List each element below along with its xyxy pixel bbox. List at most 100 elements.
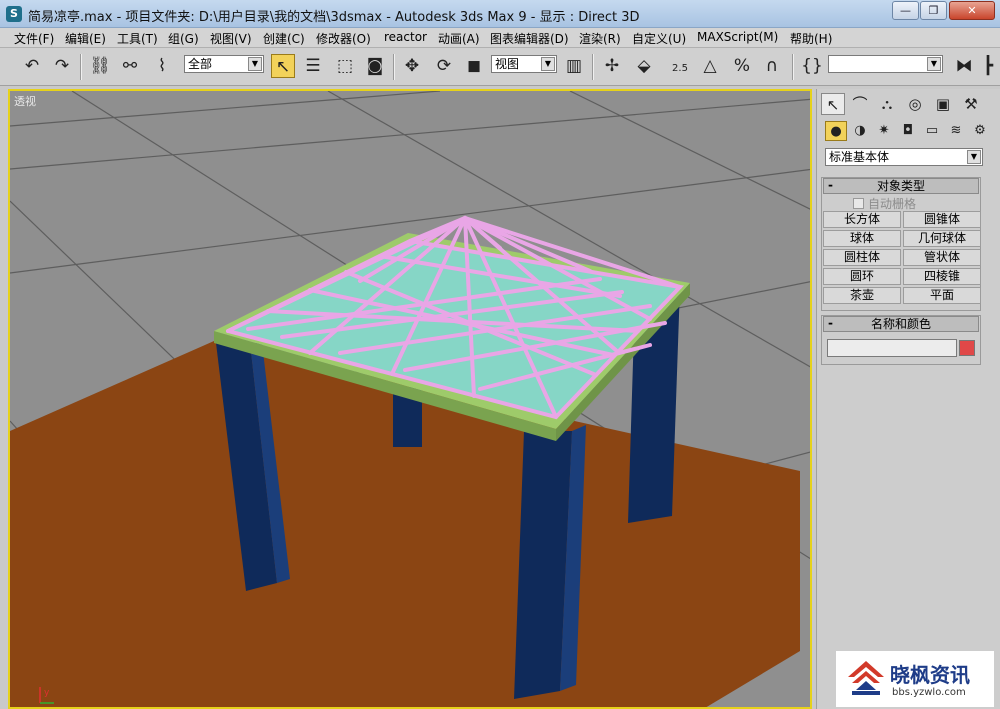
spinner-snap-icon[interactable]: ∩ (760, 54, 784, 78)
chevron-down-icon: ▼ (248, 57, 262, 71)
reference-coordinate-value: 视图 (495, 57, 520, 71)
selection-filter-dropdown[interactable]: 全部 ▼ (184, 55, 264, 73)
select-by-name-icon[interactable]: ☰ (301, 54, 325, 78)
geosphere-button[interactable]: 几何球体 (903, 230, 981, 247)
menu-reactor[interactable]: reactor (384, 30, 427, 44)
box-button[interactable]: 长方体 (823, 211, 901, 228)
name-color-title: 名称和颜色 (870, 317, 931, 331)
rotate-icon[interactable]: ⟳ (432, 54, 456, 78)
systems-icon[interactable]: ⚙ (969, 121, 991, 141)
percent-snap-icon[interactable]: % (730, 54, 754, 78)
menu-group[interactable]: 组(G) (168, 30, 199, 47)
menu-rendering[interactable]: 渲染(R) (579, 30, 621, 47)
toolbar-separator (80, 54, 82, 80)
hierarchy-tab-icon[interactable]: ⛬ (875, 93, 899, 115)
collapse-icon: - (828, 178, 833, 192)
viewport-scene[interactable]: y (10, 91, 812, 709)
shapes-icon[interactable]: ◑ (849, 121, 871, 141)
teapot-button[interactable]: 茶壶 (823, 287, 901, 304)
selection-filter-value: 全部 (188, 57, 213, 71)
app-icon[interactable]: S (6, 6, 22, 22)
manipulate-icon[interactable]: ✢ (600, 54, 624, 78)
utilities-tab-icon[interactable]: ⚒ (959, 93, 983, 115)
geometry-icon[interactable]: ● (825, 121, 847, 141)
menu-modifiers[interactable]: 修改器(O) (316, 30, 371, 47)
name-color-rollout-header[interactable]: - 名称和颜色 (823, 316, 979, 332)
main-toolbar: ↶ ↷ ⛓ ⚯ ⌇ 全部 ▼ ↖ ☰ ⬚ ◙ ✥ ⟳ ◼ 视图 ▼ ▥ ✢ ⬙ … (0, 48, 1000, 86)
lights-icon[interactable]: ✷ (873, 121, 895, 141)
modify-tab-icon[interactable]: ⌒ (848, 93, 872, 115)
command-panel: ↖ ⌒ ⛬ ◎ ▣ ⚒ ● ◑ ✷ ◘ ▭ ≋ ⚙ 标准基本体 ▼ - 对象类型… (816, 89, 1000, 709)
watermark-url: bbs.yzwlo.com (892, 687, 966, 698)
space-warps-icon[interactable]: ≋ (945, 121, 967, 141)
checkbox-icon (853, 198, 864, 209)
menu-maxscript[interactable]: MAXScript(M) (697, 30, 778, 44)
redo-icon[interactable]: ↷ (50, 54, 74, 78)
snap-toggle-icon[interactable]: △ (698, 54, 722, 78)
create-tab-icon[interactable]: ↖ (821, 93, 845, 115)
minimize-button[interactable]: — (892, 1, 919, 20)
select-and-link-icon[interactable]: ⛓ (88, 54, 112, 78)
menu-views[interactable]: 视图(V) (210, 30, 252, 47)
edit-named-selection-icon[interactable]: {} (800, 54, 824, 78)
align-icon[interactable]: ┣ (978, 54, 998, 78)
collapse-icon: - (828, 316, 833, 330)
keyboard-shortcut-icon[interactable]: ⬙ (632, 54, 656, 78)
pyramid-button[interactable]: 四棱锥 (903, 268, 981, 285)
watermark: 晓枫资讯 bbs.yzwlo.com (836, 651, 994, 707)
toolbar-separator (792, 54, 794, 80)
maximize-button[interactable]: ❐ (920, 1, 947, 20)
chevron-down-icon: ▼ (927, 57, 941, 71)
motion-tab-icon[interactable]: ◎ (903, 93, 927, 115)
cameras-icon[interactable]: ◘ (897, 121, 919, 141)
object-color-swatch[interactable] (959, 340, 975, 356)
autogrid-checkbox[interactable]: 自动栅格 (853, 195, 916, 212)
cylinder-button[interactable]: 圆柱体 (823, 249, 901, 266)
object-category-dropdown[interactable]: 标准基本体 ▼ (825, 148, 983, 166)
named-selection-dropdown[interactable]: ▼ (828, 55, 943, 73)
menu-animation[interactable]: 动画(A) (438, 30, 480, 47)
title-bar: S 简易凉亭.max - 项目文件夹: D:\用户目录\我的文档\3dsmax … (0, 0, 1000, 28)
menu-file[interactable]: 文件(F) (14, 30, 54, 47)
window-title: 简易凉亭.max - 项目文件夹: D:\用户目录\我的文档\3dsmax - … (28, 10, 640, 25)
close-button[interactable]: ✕ (949, 1, 995, 20)
chevron-down-icon: ▼ (541, 57, 555, 71)
scale-icon[interactable]: ◼ (462, 54, 486, 78)
menu-edit[interactable]: 编辑(E) (65, 30, 106, 47)
menu-graph-editors[interactable]: 图表编辑器(D) (490, 30, 569, 47)
rectangular-selection-icon[interactable]: ⬚ (333, 54, 357, 78)
angle-snap-icon[interactable]: 2.5 (668, 54, 692, 78)
menu-customize[interactable]: 自定义(U) (632, 30, 686, 47)
mirror-icon[interactable]: ⧓ (952, 54, 976, 78)
chevron-down-icon: ▼ (967, 150, 981, 164)
watermark-logo-icon (848, 661, 884, 695)
move-icon[interactable]: ✥ (400, 54, 424, 78)
sphere-button[interactable]: 球体 (823, 230, 901, 247)
object-type-rollout-header[interactable]: - 对象类型 (823, 178, 979, 194)
object-name-field[interactable] (827, 339, 957, 357)
display-tab-icon[interactable]: ▣ (931, 93, 955, 115)
select-object-icon[interactable]: ↖ (271, 54, 295, 78)
unlink-icon[interactable]: ⚯ (118, 54, 142, 78)
bind-space-warp-icon[interactable]: ⌇ (150, 54, 174, 78)
object-category-value: 标准基本体 (829, 150, 890, 164)
toolbar-separator (592, 54, 594, 80)
window-crossing-icon[interactable]: ◙ (363, 54, 387, 78)
menu-tools[interactable]: 工具(T) (117, 30, 158, 47)
autogrid-label: 自动栅格 (868, 197, 917, 211)
torus-button[interactable]: 圆环 (823, 268, 901, 285)
cone-button[interactable]: 圆锥体 (903, 211, 981, 228)
helpers-icon[interactable]: ▭ (921, 121, 943, 141)
plane-button[interactable]: 平面 (903, 287, 981, 304)
menu-bar: 文件(F) 编辑(E) 工具(T) 组(G) 视图(V) 创建(C) 修改器(O… (0, 28, 1000, 48)
tube-button[interactable]: 管状体 (903, 249, 981, 266)
reference-coordinate-dropdown[interactable]: 视图 ▼ (491, 55, 557, 73)
watermark-text: 晓枫资讯 (890, 663, 970, 687)
menu-create[interactable]: 创建(C) (263, 30, 305, 47)
pivot-center-icon[interactable]: ▥ (562, 54, 586, 78)
axis-y-label: y (44, 688, 50, 698)
viewport-label[interactable]: 透视 (14, 93, 36, 109)
menu-help[interactable]: 帮助(H) (790, 30, 832, 47)
perspective-viewport[interactable]: y 透视 (8, 89, 812, 709)
undo-icon[interactable]: ↶ (20, 54, 44, 78)
